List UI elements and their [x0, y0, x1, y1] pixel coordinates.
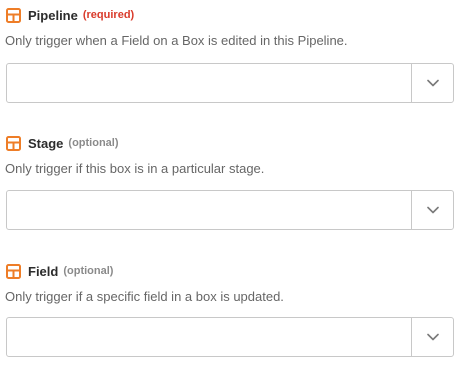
- chevron-down-icon: [426, 333, 439, 341]
- pipeline-label: Pipeline: [28, 7, 78, 23]
- stage-field: Stage (optional) Only trigger if this bo…: [5, 134, 455, 177]
- stage-dropdown-toggle[interactable]: [411, 191, 453, 229]
- pipeline-dropdown-toggle[interactable]: [411, 64, 453, 102]
- chevron-down-icon: [426, 79, 439, 87]
- pipeline-help-text: Only trigger when a Field on a Box is ed…: [5, 33, 348, 48]
- field-select[interactable]: [6, 317, 454, 357]
- field-layout-icon: [6, 263, 21, 279]
- stage-label: Stage: [28, 135, 64, 151]
- stage-help-text: Only trigger if this box is in a particu…: [5, 161, 265, 176]
- pipeline-field: Pipeline (required) Only trigger when a …: [5, 6, 455, 49]
- pipeline-select[interactable]: [6, 63, 454, 103]
- field-dropdown-toggle[interactable]: [411, 318, 453, 356]
- stage-field-header: Stage (optional): [5, 134, 455, 152]
- field-field-header: Field (optional): [5, 262, 455, 280]
- field-layout-icon: [6, 7, 21, 23]
- chevron-down-icon: [426, 206, 439, 214]
- optional-tag: (optional): [68, 137, 119, 149]
- stage-select[interactable]: [6, 190, 454, 230]
- optional-tag: (optional): [63, 265, 114, 277]
- field-help-text: Only trigger if a specific field in a bo…: [5, 289, 284, 304]
- field-layout-icon: [6, 135, 21, 151]
- field-field: Field (optional) Only trigger if a speci…: [5, 262, 455, 305]
- pipeline-field-header: Pipeline (required): [5, 6, 455, 24]
- required-tag: (required): [82, 9, 135, 21]
- field-label: Field: [28, 263, 59, 279]
